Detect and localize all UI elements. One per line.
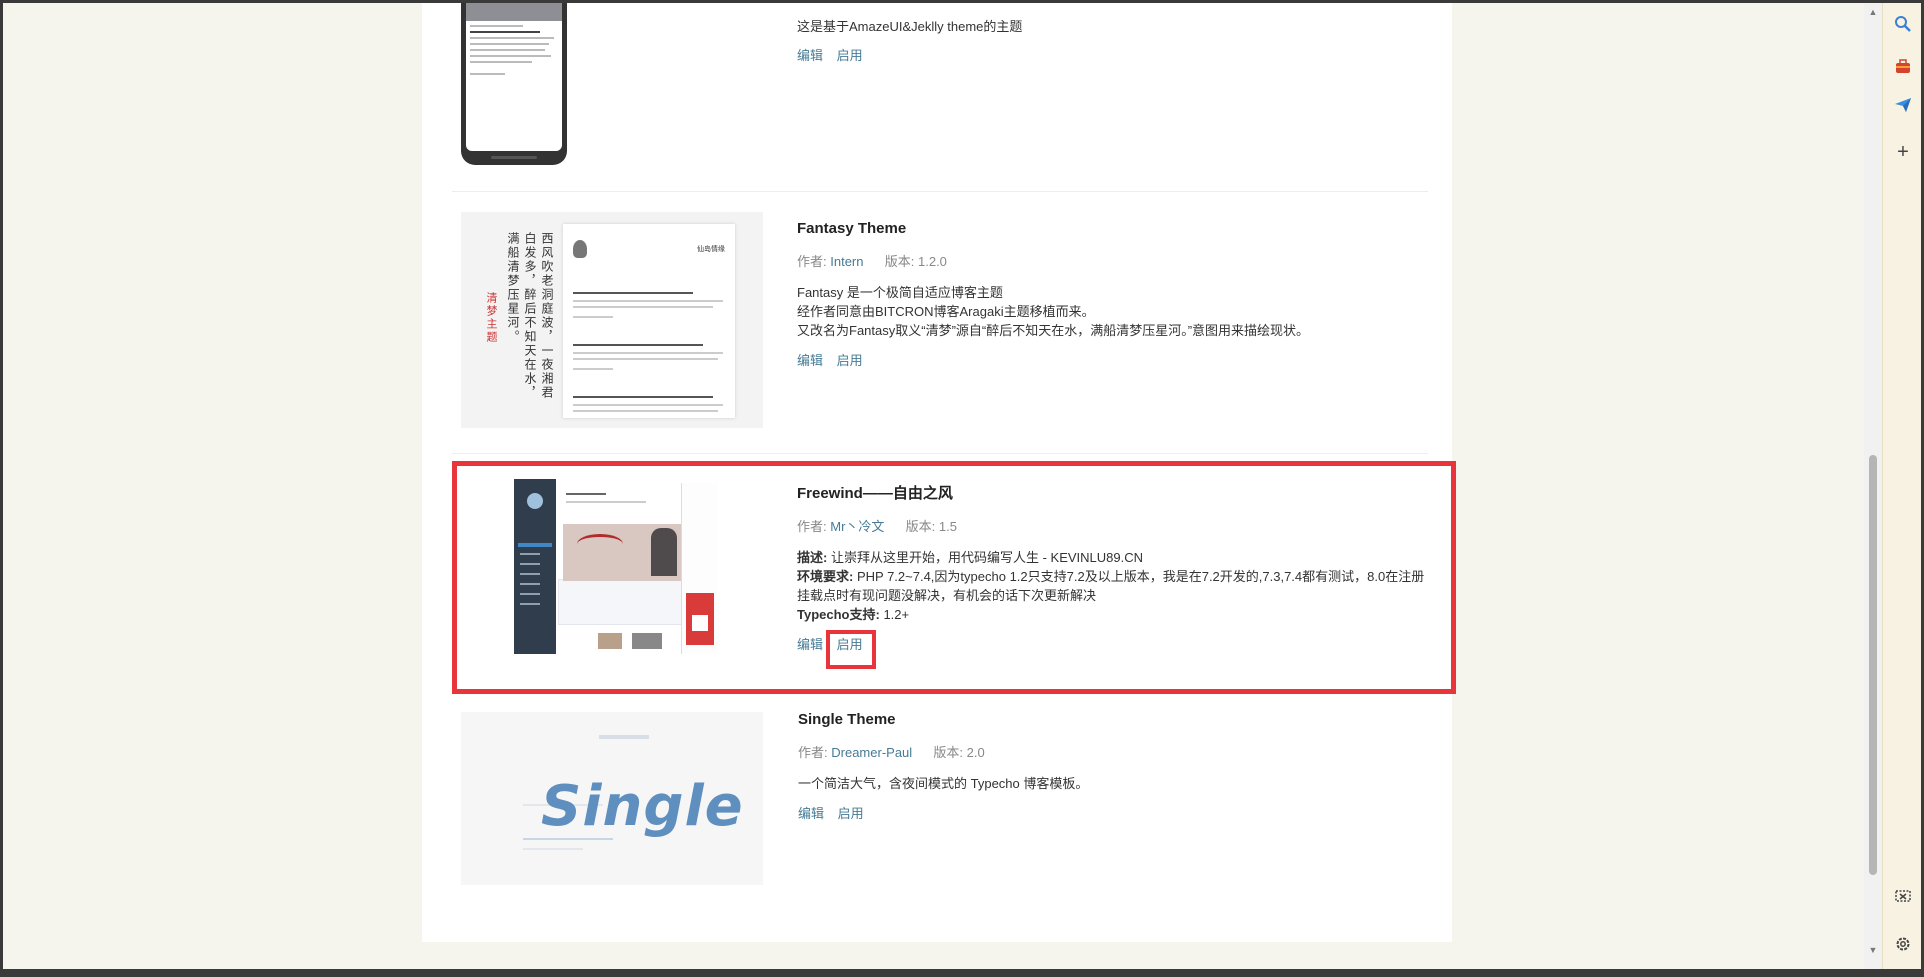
settings-icon[interactable] <box>1892 935 1914 957</box>
divider <box>452 453 1428 454</box>
theme-item-freewind: Freewind——自由之风 作者: Mr丶冷文 版本: 1.5 描述: 让崇拜… <box>422 479 1452 675</box>
window-bottom-border <box>3 969 1921 974</box>
theme-version: 2.0 <box>966 745 985 760</box>
author-link[interactable]: Dreamer-Paul <box>831 745 912 760</box>
enable-theme-link[interactable]: 启用 <box>837 48 863 63</box>
divider <box>452 191 1428 192</box>
theme-version: 1.5 <box>938 519 957 534</box>
author-link[interactable]: Intern <box>830 254 863 269</box>
enable-theme-link[interactable]: 启用 <box>838 806 864 821</box>
scroll-up-icon[interactable]: ▲ <box>1867 7 1879 17</box>
thumb-logo: Single <box>541 774 744 839</box>
theme-thumbnail: Single <box>461 712 763 885</box>
author-link[interactable]: Mr丶冷文 <box>830 519 884 534</box>
browser-sidebar: + <box>1882 3 1921 972</box>
edit-theme-link[interactable]: 编辑 <box>798 806 824 821</box>
theme-thumbnail <box>461 479 781 654</box>
send-icon[interactable] <box>1892 96 1914 118</box>
theme-meta: 作者: Dreamer-Paul 版本: 2.0 <box>798 745 985 760</box>
thumb-title: 仙岛情缘 <box>697 246 725 253</box>
theme-version: 1.2.0 <box>918 254 947 269</box>
theme-description: 一个简洁大气，含夜间模式的 Typecho 博客模板。 <box>798 776 1089 791</box>
theme-item-single: Single Single Theme 作者: Dreamer-Paul 版本:… <box>422 711 1452 892</box>
theme-item-amaze: 这是基于AmazeUI&Jeklly theme的主题 编辑 启用 <box>422 3 1452 165</box>
edit-theme-link[interactable]: 编辑 <box>797 353 823 368</box>
thumb-poem: 西风吹老洞庭波，一夜湘君白发多，醉后不知天在水，满船清梦压星河。 <box>506 232 554 400</box>
theme-meta: 作者: Intern 版本: 1.2.0 <box>797 254 947 269</box>
vertical-scrollbar[interactable]: ▲ ▼ <box>1864 3 1882 972</box>
enable-theme-link[interactable]: 启用 <box>837 637 863 652</box>
theme-thumbnail <box>461 3 567 165</box>
browser-viewport: 这是基于AmazeUI&Jeklly theme的主题 编辑 启用 西风吹老洞庭… <box>3 3 1864 972</box>
theme-list-panel: 这是基于AmazeUI&Jeklly theme的主题 编辑 启用 西风吹老洞庭… <box>422 3 1452 942</box>
toolbox-icon[interactable] <box>1892 57 1914 79</box>
scrollbar-thumb[interactable] <box>1869 455 1877 875</box>
theme-description: 这是基于AmazeUI&Jeklly theme的主题 <box>797 19 1023 34</box>
search-icon[interactable] <box>1892 15 1914 37</box>
theme-item-fantasy: 西风吹老洞庭波，一夜湘君白发多，醉后不知天在水，满船清梦压星河。 清梦主题 仙岛… <box>422 212 1452 432</box>
theme-description: Fantasy 是一个极简自适应博客主题 经作者同意由BITCRON博客Arag… <box>797 285 1310 338</box>
screenshot-icon[interactable] <box>1892 888 1914 910</box>
edit-theme-link[interactable]: 编辑 <box>797 48 823 63</box>
theme-meta: 作者: Mr丶冷文 版本: 1.5 <box>797 519 957 534</box>
theme-thumbnail: 西风吹老洞庭波，一夜湘君白发多，醉后不知天在水，满船清梦压星河。 清梦主题 仙岛… <box>461 212 763 428</box>
theme-name: Fantasy Theme <box>797 220 907 237</box>
add-icon[interactable]: + <box>1892 141 1914 163</box>
edit-theme-link[interactable]: 编辑 <box>797 637 823 652</box>
enable-theme-link[interactable]: 启用 <box>837 353 863 368</box>
theme-name: Single Theme <box>798 711 896 728</box>
scroll-down-icon[interactable]: ▼ <box>1867 945 1879 955</box>
theme-description: 描述: 让崇拜从这里开始，用代码编写人生 - KEVINLU89.CN 环境要求… <box>797 550 1425 622</box>
theme-name: Freewind——自由之风 <box>797 485 953 502</box>
thumb-mark: 清梦主题 <box>485 292 498 344</box>
